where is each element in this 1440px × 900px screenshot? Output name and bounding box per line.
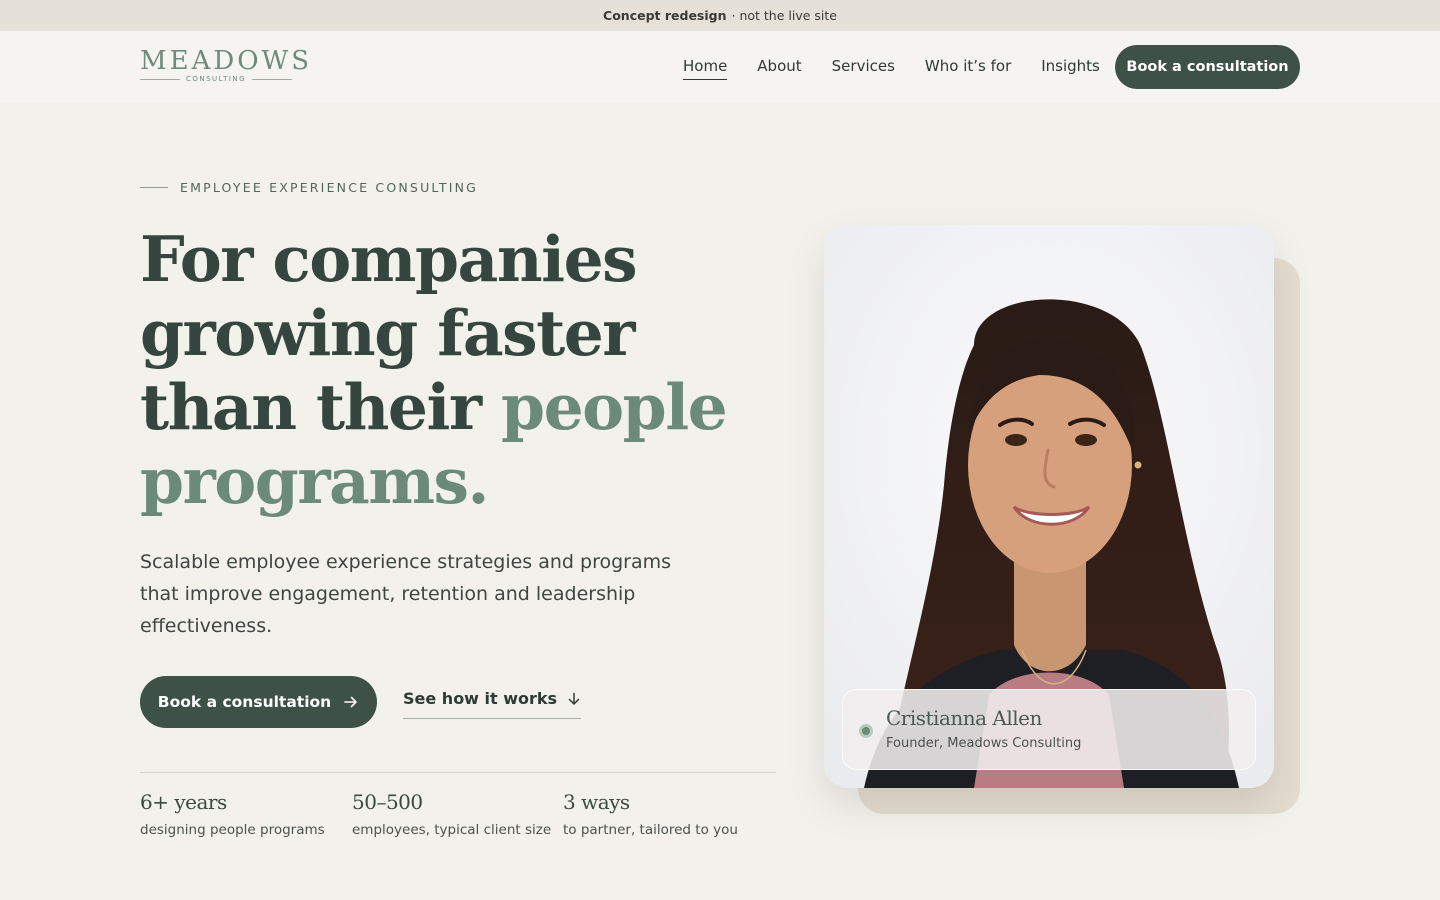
main-nav: Home About Services Who it’s for Insight… [683,57,1100,80]
hero-headline: For companies growing faster than their … [140,222,780,518]
banner-strong-text: Concept redesign [603,8,727,23]
hero-subhead: Scalable employee experience strategies … [140,551,672,637]
site-header: MEADOWS CONSULTING Home About Services W… [0,31,1440,103]
nav-link-who-its-for[interactable]: Who it’s for [925,57,1011,80]
nav-cta-label: Book a consultation [1126,59,1289,75]
logo-rule-left [140,78,180,80]
nav-link-home[interactable]: Home [683,57,728,80]
nav-book-consultation-button[interactable]: Book a consultation [1115,45,1300,89]
logo-wordmark: MEADOWS [140,46,313,76]
stat-label: employees, typical client size [352,822,552,838]
logo-tagline: CONSULTING [140,75,293,83]
nav-link-insights[interactable]: Insights [1041,57,1100,80]
see-how-it-works-link[interactable]: See how it works [403,689,582,719]
stats-row: 6+ years designing people programs 50–50… [140,790,762,838]
arrow-right-icon [344,696,358,708]
status-dot-icon [859,724,873,738]
stats-divider [140,772,776,773]
stat-item: 3 ways to partner, tailored to you [563,790,738,838]
concept-banner: Concept redesign · not the live site [0,0,1440,31]
founder-caption: Cristianna Allen Founder, Meadows Consul… [842,689,1256,770]
stat-value: 3 ways [563,790,630,814]
eyebrow-rule [140,187,168,188]
stat-label: to partner, tailored to you [563,822,738,838]
stat-item: 50–500 employees, typical client size [352,790,552,838]
logo-rule-right [252,78,293,80]
logo[interactable]: MEADOWS CONSULTING [140,46,313,83]
stat-value: 6+ years [140,790,227,814]
primary-cta-label: Book a consultation [157,693,332,711]
nav-link-services[interactable]: Services [832,57,895,80]
eyebrow-text: EMPLOYEE EXPERIENCE CONSULTING [180,180,479,195]
arrow-down-icon [568,692,580,705]
hero-eyebrow: EMPLOYEE EXPERIENCE CONSULTING [140,180,478,195]
stat-label: designing people programs [140,822,325,838]
founder-name: Cristianna Allen [886,706,1042,730]
founder-role: Founder, Meadows Consulting [886,736,1082,751]
stat-item: 6+ years designing people programs [140,790,328,838]
founder-photo-card: Cristianna Allen Founder, Meadows Consul… [824,225,1274,788]
stat-value: 50–500 [352,790,423,814]
nav-link-about[interactable]: About [757,57,801,80]
secondary-cta-label: See how it works [403,689,558,708]
logo-sub-text: CONSULTING [185,75,247,83]
hero-book-consultation-button[interactable]: Book a consultation [140,676,377,728]
banner-text: · not the live site [731,8,837,23]
